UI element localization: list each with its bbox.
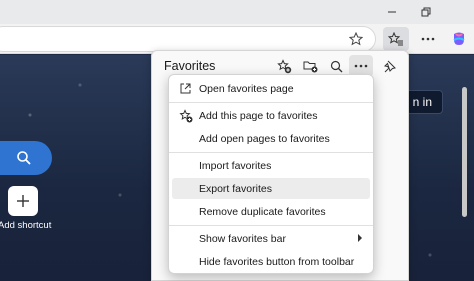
address-bar[interactable] bbox=[0, 26, 376, 52]
open-external-icon bbox=[178, 81, 193, 96]
copilot-icon[interactable] bbox=[446, 27, 472, 51]
restore-icon[interactable] bbox=[408, 0, 444, 24]
minimize-icon[interactable] bbox=[374, 0, 410, 24]
menu-item-add-this-page[interactable]: Add this page to favorites bbox=[172, 105, 370, 126]
search-button[interactable] bbox=[0, 141, 52, 175]
plus-icon bbox=[17, 195, 29, 207]
star-icon[interactable] bbox=[343, 27, 369, 51]
favorites-more-menu: Open favorites page Add this page to fav… bbox=[168, 74, 374, 274]
add-shortcut-label: Add shortcut bbox=[0, 220, 52, 231]
favorites-icon[interactable] bbox=[383, 27, 409, 51]
menu-item-hide-favorites-button[interactable]: Hide favorites button from toolbar bbox=[172, 251, 370, 272]
menu-separator bbox=[169, 225, 373, 226]
add-favorite-icon bbox=[178, 108, 193, 123]
title-bar bbox=[0, 0, 474, 24]
menu-item-import-favorites[interactable]: Import favorites bbox=[172, 155, 370, 176]
menu-item-export-favorites[interactable]: Export favorites bbox=[172, 178, 370, 199]
page-scrollbar[interactable] bbox=[462, 87, 467, 217]
menu-separator bbox=[169, 152, 373, 153]
menu-item-remove-duplicates[interactable]: Remove duplicate favorites bbox=[172, 201, 370, 222]
menu-separator bbox=[169, 102, 373, 103]
menu-item-open-favorites-page[interactable]: Open favorites page bbox=[172, 78, 370, 99]
menu-item-add-open-pages[interactable]: Add open pages to favorites bbox=[172, 128, 370, 149]
favorites-title: Favorites bbox=[164, 59, 216, 73]
add-shortcut-button[interactable] bbox=[8, 186, 38, 216]
pin-icon[interactable] bbox=[377, 55, 401, 77]
more-icon[interactable] bbox=[415, 27, 441, 51]
menu-item-show-favorites-bar[interactable]: Show favorites bar bbox=[172, 228, 370, 249]
chevron-right-icon bbox=[358, 234, 362, 242]
search-icon bbox=[17, 151, 31, 165]
